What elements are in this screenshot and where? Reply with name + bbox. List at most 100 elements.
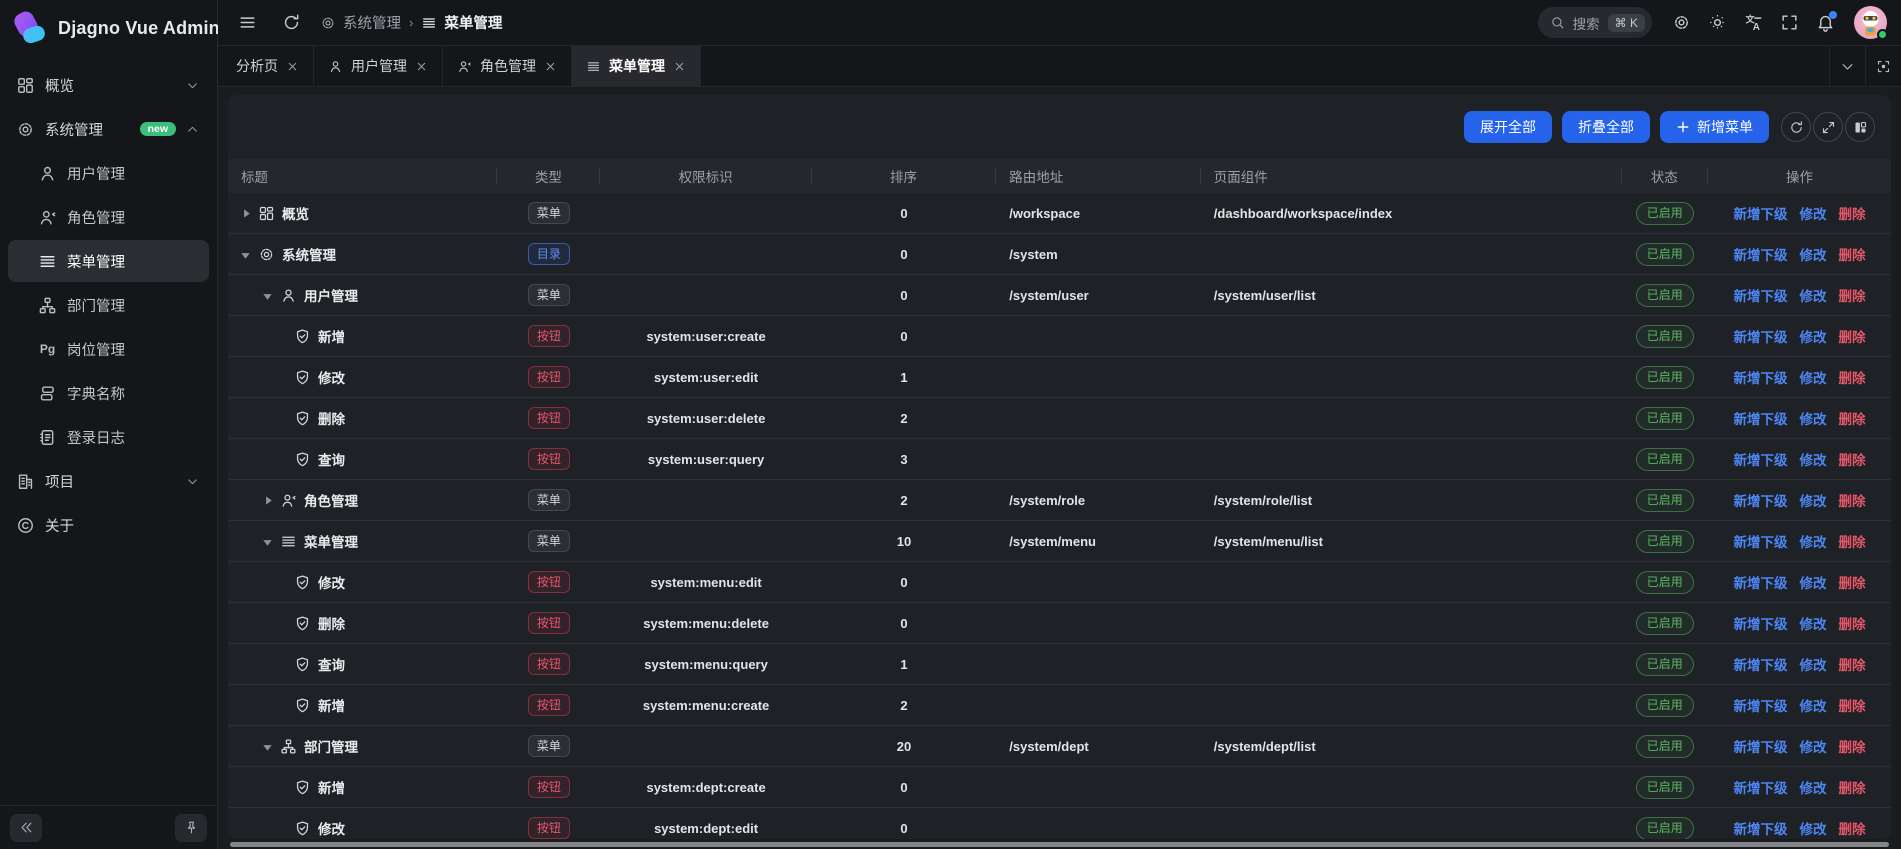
tree-toggle-arrow[interactable] <box>262 495 273 506</box>
toolbar-refresh-button[interactable] <box>1781 112 1811 142</box>
edit-link[interactable]: 修改 <box>1799 490 1826 510</box>
sidebar-item-dept[interactable]: 部门管理 <box>8 284 209 326</box>
cell-component: /dashboard/workspace/index <box>1201 206 1622 221</box>
add-child-link[interactable]: 新增下级 <box>1733 326 1787 346</box>
fullscreen-button[interactable] <box>1774 8 1804 38</box>
sidebar-item-project[interactable]: 项目 <box>8 460 209 502</box>
delete-link[interactable]: 删除 <box>1838 613 1865 633</box>
chevron-down-button[interactable] <box>1829 46 1865 86</box>
cell-title: 查询 <box>228 654 497 674</box>
tab-maximize-button[interactable] <box>1865 46 1901 86</box>
add-child-link[interactable]: 新增下级 <box>1733 613 1787 633</box>
horizontal-scrollbar[interactable] <box>230 842 1889 847</box>
type-badge: 按钮 <box>528 366 570 388</box>
logo-row[interactable]: Djagno Vue Admin <box>0 0 217 56</box>
edit-link[interactable]: 修改 <box>1799 531 1826 551</box>
edit-link[interactable]: 修改 <box>1799 285 1826 305</box>
edit-link[interactable]: 修改 <box>1799 818 1826 838</box>
sidebar-item-overview[interactable]: 概览 <box>8 64 209 106</box>
sidebar-item-menu[interactable]: 菜单管理 <box>8 240 209 282</box>
delete-link[interactable]: 删除 <box>1838 285 1865 305</box>
add-child-link[interactable]: 新增下级 <box>1733 285 1787 305</box>
notification-bell-button[interactable] <box>1810 8 1840 38</box>
tree-toggle-arrow[interactable] <box>262 741 273 752</box>
edit-link[interactable]: 修改 <box>1799 203 1826 223</box>
delete-link[interactable]: 删除 <box>1838 326 1865 346</box>
tree-toggle-arrow[interactable] <box>240 249 251 260</box>
delete-link[interactable]: 删除 <box>1838 818 1865 838</box>
sidebar-collapse-button[interactable] <box>10 814 42 842</box>
sidebar-item-about[interactable]: 关于 <box>8 504 209 546</box>
delete-link[interactable]: 删除 <box>1838 449 1865 469</box>
add-child-link[interactable]: 新增下级 <box>1733 367 1787 387</box>
edit-link[interactable]: 修改 <box>1799 367 1826 387</box>
add-child-link[interactable]: 新增下级 <box>1733 408 1787 428</box>
delete-link[interactable]: 删除 <box>1838 367 1865 387</box>
add-menu-button[interactable]: 新增菜单 <box>1660 111 1769 143</box>
add-child-link[interactable]: 新增下级 <box>1733 777 1787 797</box>
delete-link[interactable]: 删除 <box>1838 203 1865 223</box>
edit-link[interactable]: 修改 <box>1799 449 1826 469</box>
page-refresh-button[interactable] <box>276 8 306 38</box>
sidebar-item-loginlog[interactable]: 登录日志 <box>8 416 209 458</box>
add-child-link[interactable]: 新增下级 <box>1733 818 1787 838</box>
menu-toggle-button[interactable] <box>232 8 262 38</box>
settings-gear-button[interactable] <box>1666 8 1696 38</box>
delete-link[interactable]: 删除 <box>1838 531 1865 551</box>
language-button[interactable]: 文A <box>1738 8 1768 38</box>
tab-分析页[interactable]: 分析页 <box>222 46 314 86</box>
add-child-link[interactable]: 新增下级 <box>1733 736 1787 756</box>
edit-link[interactable]: 修改 <box>1799 654 1826 674</box>
theme-sun-button[interactable] <box>1702 8 1732 38</box>
gear-icon <box>258 246 275 263</box>
add-child-link[interactable]: 新增下级 <box>1733 572 1787 592</box>
delete-link[interactable]: 删除 <box>1838 490 1865 510</box>
sidebar-item-role[interactable]: 角色管理 <box>8 196 209 238</box>
delete-link[interactable]: 删除 <box>1838 654 1865 674</box>
add-child-link[interactable]: 新增下级 <box>1733 449 1787 469</box>
tab-菜单管理[interactable]: 菜单管理 <box>572 46 701 86</box>
tree-toggle-arrow[interactable] <box>240 208 251 219</box>
add-child-link[interactable]: 新增下级 <box>1733 654 1787 674</box>
delete-link[interactable]: 删除 <box>1838 736 1865 756</box>
expand-all-button[interactable]: 展开全部 <box>1464 111 1552 143</box>
add-child-link[interactable]: 新增下级 <box>1733 695 1787 715</box>
edit-link[interactable]: 修改 <box>1799 326 1826 346</box>
tab-用户管理[interactable]: 用户管理 <box>314 46 443 86</box>
delete-link[interactable]: 删除 <box>1838 695 1865 715</box>
breadcrumb-item[interactable]: 菜单管理 <box>421 12 502 33</box>
chevron-double-left-icon <box>19 820 34 835</box>
delete-link[interactable]: 删除 <box>1838 408 1865 428</box>
collapse-all-button[interactable]: 折叠全部 <box>1562 111 1650 143</box>
toolbar-columns-grid-button[interactable] <box>1845 112 1875 142</box>
edit-link[interactable]: 修改 <box>1799 244 1826 264</box>
sidebar-item-dict[interactable]: 字典名称 <box>8 372 209 414</box>
edit-link[interactable]: 修改 <box>1799 613 1826 633</box>
edit-link[interactable]: 修改 <box>1799 695 1826 715</box>
sidebar-item-system[interactable]: 系统管理new <box>8 108 209 150</box>
avatar[interactable] <box>1854 6 1887 39</box>
tree-toggle-arrow[interactable] <box>262 536 273 547</box>
breadcrumb-item[interactable]: 系统管理 <box>320 12 401 33</box>
sidebar-item-post[interactable]: Pg岗位管理 <box>8 328 209 370</box>
edit-link[interactable]: 修改 <box>1799 777 1826 797</box>
edit-link[interactable]: 修改 <box>1799 408 1826 428</box>
search-input[interactable]: 搜索 ⌘ K <box>1538 7 1652 38</box>
tree-toggle-arrow[interactable] <box>262 290 273 301</box>
add-child-link[interactable]: 新增下级 <box>1733 490 1787 510</box>
edit-link[interactable]: 修改 <box>1799 736 1826 756</box>
sidebar-item-user[interactable]: 用户管理 <box>8 152 209 194</box>
delete-link[interactable]: 删除 <box>1838 777 1865 797</box>
delete-link[interactable]: 删除 <box>1838 244 1865 264</box>
search-icon <box>1550 15 1565 30</box>
add-child-link[interactable]: 新增下级 <box>1733 203 1787 223</box>
edit-link[interactable]: 修改 <box>1799 572 1826 592</box>
delete-link[interactable]: 删除 <box>1838 572 1865 592</box>
tab-角色管理[interactable]: 角色管理 <box>443 46 572 86</box>
close-icon <box>673 60 686 73</box>
add-child-link[interactable]: 新增下级 <box>1733 531 1787 551</box>
add-child-link[interactable]: 新增下级 <box>1733 244 1787 264</box>
cell-permission: system:menu:query <box>600 657 811 672</box>
toolbar-expand-arrows-button[interactable] <box>1813 112 1843 142</box>
sidebar-pin-button[interactable] <box>175 814 207 842</box>
